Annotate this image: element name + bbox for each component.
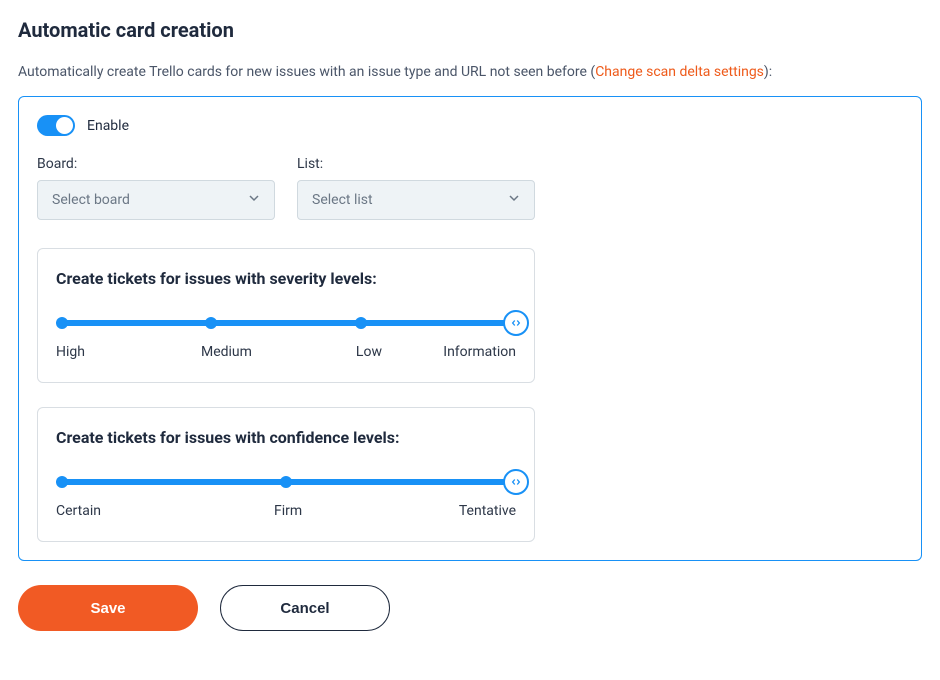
confidence-label-firm: Firm [274, 503, 302, 519]
board-label: Board: [37, 156, 275, 172]
slider-stop-medium [205, 317, 217, 329]
slider-track [62, 320, 510, 326]
list-label: List: [297, 156, 535, 172]
list-select[interactable]: Select list [297, 180, 535, 220]
severity-title: Create tickets for issues with severity … [56, 269, 516, 288]
chevron-down-icon [508, 192, 520, 208]
toggle-knob [56, 117, 73, 134]
severity-label-high: High [56, 344, 85, 360]
list-placeholder: Select list [312, 192, 373, 208]
confidence-title: Create tickets for issues with confidenc… [56, 428, 516, 447]
confidence-label-tentative: Tentative [459, 503, 516, 519]
list-group: List: Select list [297, 156, 535, 220]
confidence-slider-handle[interactable] [503, 469, 529, 495]
slider-stop-firm [280, 476, 292, 488]
confidence-card: Create tickets for issues with confidenc… [37, 407, 535, 542]
config-panel: Enable Board: Select board List: Select … [18, 96, 922, 561]
severity-card: Create tickets for issues with severity … [37, 248, 535, 383]
chevron-down-icon [248, 192, 260, 208]
confidence-slider[interactable] [56, 479, 516, 485]
severity-slider[interactable] [56, 320, 516, 326]
slider-stop-low [355, 317, 367, 329]
board-placeholder: Select board [52, 192, 130, 208]
slider-stop-high [56, 317, 68, 329]
slider-track [62, 479, 510, 485]
confidence-labels: Certain Firm Tentative [56, 503, 516, 519]
confidence-label-certain: Certain [56, 503, 101, 519]
intro-text: Automatically create Trello cards for ne… [18, 64, 922, 80]
enable-row: Enable [37, 115, 903, 136]
intro-after: ): [764, 64, 772, 80]
cancel-button[interactable]: Cancel [220, 585, 390, 631]
enable-label: Enable [87, 118, 129, 134]
page-title: Automatic card creation [18, 18, 922, 42]
enable-toggle[interactable] [37, 115, 75, 136]
intro-before: Automatically create Trello cards for ne… [18, 64, 595, 80]
select-row: Board: Select board List: Select list [37, 156, 903, 220]
board-group: Board: Select board [37, 156, 275, 220]
severity-slider-handle[interactable] [503, 310, 529, 336]
slider-stop-certain [56, 476, 68, 488]
button-row: Save Cancel [18, 585, 922, 631]
severity-labels: High Medium Low Information [56, 344, 516, 360]
save-button[interactable]: Save [18, 585, 198, 631]
change-scan-delta-link[interactable]: Change scan delta settings [595, 64, 764, 80]
severity-label-information: Information [443, 344, 516, 360]
board-select[interactable]: Select board [37, 180, 275, 220]
severity-label-medium: Medium [201, 344, 252, 360]
severity-label-low: Low [356, 344, 382, 360]
